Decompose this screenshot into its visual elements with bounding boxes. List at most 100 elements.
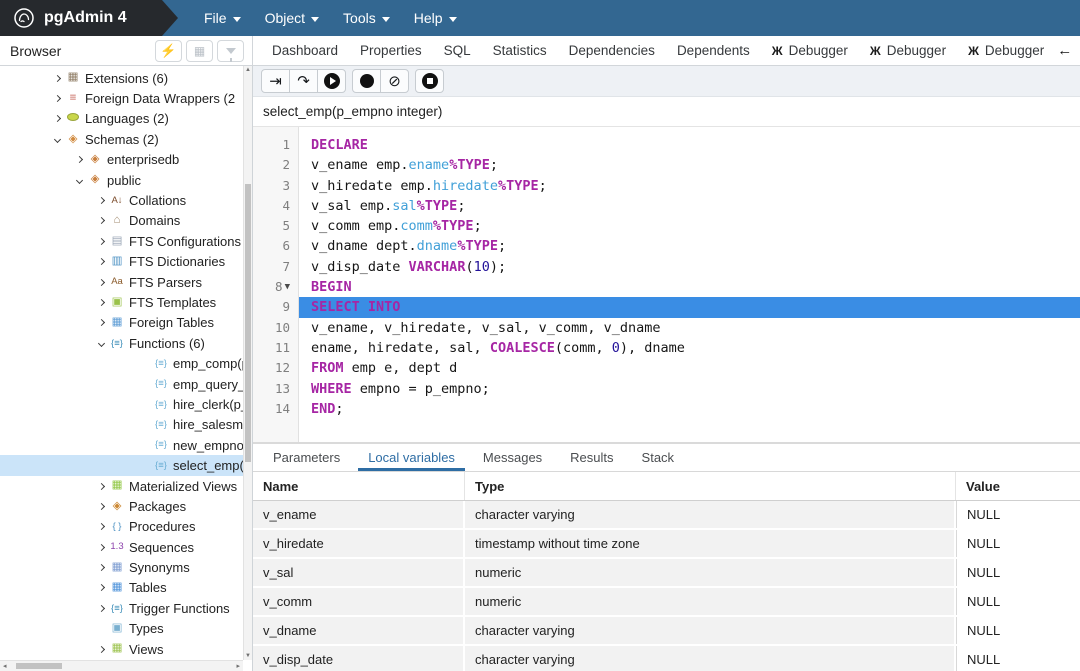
- code-line-12[interactable]: FROM emp e, dept d: [299, 358, 1080, 378]
- chevron-down-icon[interactable]: [72, 178, 86, 183]
- tab-dashboard[interactable]: Dashboard: [261, 43, 349, 58]
- code-editor[interactable]: 12345678▼91011121314 DECLAREv_ename emp.…: [253, 127, 1080, 442]
- chevron-right-icon[interactable]: [50, 76, 64, 81]
- quick-search-button[interactable]: ⚡: [155, 40, 182, 62]
- chevron-right-icon[interactable]: [72, 157, 86, 162]
- grid-button[interactable]: ▦: [186, 40, 213, 62]
- horizontal-scroll-thumb[interactable]: [16, 663, 62, 669]
- chevron-right-icon[interactable]: [94, 585, 108, 590]
- tree-horizontal-scrollbar[interactable]: ◂ ▸: [0, 660, 243, 671]
- code-line-7[interactable]: v_disp_date VARCHAR(10);: [299, 257, 1080, 277]
- chevron-down-icon[interactable]: [94, 341, 108, 346]
- chevron-right-icon[interactable]: [94, 280, 108, 285]
- code-line-8[interactable]: BEGIN: [299, 277, 1080, 297]
- tree-item-types[interactable]: ▣Types: [0, 619, 243, 639]
- tree-item-emp-query-cal[interactable]: {≡}emp_query_cal: [0, 374, 243, 394]
- line-number-14[interactable]: 14: [253, 399, 298, 419]
- scroll-up-icon[interactable]: ▲: [244, 67, 252, 73]
- tree-item-hire-salesman[interactable]: {≡}hire_salesman(: [0, 415, 243, 435]
- tree-item-packages[interactable]: ◈Packages: [0, 496, 243, 516]
- line-number-13[interactable]: 13: [253, 379, 298, 399]
- line-number-5[interactable]: 5: [253, 216, 298, 236]
- chevron-right-icon[interactable]: [94, 239, 108, 244]
- tree-item-emp-comp-p-s[interactable]: {≡}emp_comp(p_s: [0, 353, 243, 373]
- chevron-right-icon[interactable]: [50, 116, 64, 121]
- menu-help[interactable]: Help: [404, 10, 467, 26]
- menu-object[interactable]: Object: [255, 10, 329, 26]
- chevron-right-icon[interactable]: [94, 259, 108, 264]
- line-number-2[interactable]: 2: [253, 155, 298, 175]
- toggle-breakpoint-button[interactable]: [352, 69, 381, 93]
- tree-item-procedures[interactable]: { }Procedures: [0, 517, 243, 537]
- chevron-right-icon[interactable]: [94, 504, 108, 509]
- tab-parameters[interactable]: Parameters: [259, 444, 354, 471]
- chevron-right-icon[interactable]: [94, 647, 108, 652]
- chevron-right-icon[interactable]: [94, 565, 108, 570]
- tab-debugger-1[interactable]: ЖDebugger: [761, 43, 859, 58]
- tree-item-trigger-functions[interactable]: {≡}Trigger Functions: [0, 598, 243, 618]
- chevron-right-icon[interactable]: [94, 545, 108, 550]
- code-line-6[interactable]: v_dname dept.dname%TYPE;: [299, 236, 1080, 256]
- tab-statistics[interactable]: Statistics: [482, 43, 558, 58]
- editor-gutter[interactable]: 12345678▼91011121314: [253, 127, 299, 442]
- line-number-7[interactable]: 7: [253, 257, 298, 277]
- tree-item-synonyms[interactable]: ▦Synonyms: [0, 557, 243, 577]
- tab-dependents[interactable]: Dependents: [666, 43, 761, 58]
- chevron-right-icon[interactable]: [94, 198, 108, 203]
- stop-button[interactable]: [415, 69, 444, 93]
- tree-item-domains[interactable]: ⌂Domains: [0, 211, 243, 231]
- line-number-1[interactable]: 1: [253, 135, 298, 155]
- tree-item-fts-parsers[interactable]: AaFTS Parsers: [0, 272, 243, 292]
- menu-tools[interactable]: Tools: [333, 10, 400, 26]
- variable-value-cell[interactable]: NULL: [956, 501, 1080, 528]
- tree-item-tables[interactable]: ▦Tables: [0, 578, 243, 598]
- tree-item-languages-2[interactable]: Languages (2): [0, 109, 243, 129]
- tree-item-materialized-views[interactable]: ▦Materialized Views: [0, 476, 243, 496]
- tree-item-select-emp-p-e[interactable]: {≡}select_emp(p_e: [0, 455, 243, 475]
- code-line-1[interactable]: DECLARE: [299, 135, 1080, 155]
- tree-item-fts-templates[interactable]: ▣FTS Templates: [0, 292, 243, 312]
- clear-breakpoints-button[interactable]: ⊘: [380, 69, 409, 93]
- tree-item-functions-6[interactable]: {≡}Functions (6): [0, 333, 243, 353]
- line-number-11[interactable]: 11: [253, 338, 298, 358]
- tree-item-public[interactable]: ◈public: [0, 170, 243, 190]
- tree-item-schemas-2[interactable]: ◈Schemas (2): [0, 129, 243, 149]
- variable-value-cell[interactable]: NULL: [956, 617, 1080, 644]
- chevron-right-icon[interactable]: [94, 524, 108, 529]
- tab-sql[interactable]: SQL: [433, 43, 482, 58]
- tab-dependencies[interactable]: Dependencies: [558, 43, 666, 58]
- tab-results[interactable]: Results: [556, 444, 627, 471]
- line-number-12[interactable]: 12: [253, 358, 298, 378]
- chevron-right-icon[interactable]: [94, 606, 108, 611]
- vertical-scroll-thumb[interactable]: [245, 184, 251, 462]
- code-line-13[interactable]: WHERE empno = p_empno;: [299, 379, 1080, 399]
- scroll-left-icon[interactable]: ◂: [3, 661, 7, 671]
- chevron-right-icon[interactable]: [94, 320, 108, 325]
- tab-messages[interactable]: Messages: [469, 444, 556, 471]
- code-line-5[interactable]: v_comm emp.comm%TYPE;: [299, 216, 1080, 236]
- variable-value-cell[interactable]: NULL: [956, 588, 1080, 615]
- tree-item-new-empno[interactable]: {≡}new_empno(): [0, 435, 243, 455]
- step-into-button[interactable]: ⇥: [261, 69, 290, 93]
- scroll-right-icon[interactable]: ▸: [236, 661, 240, 671]
- line-number-9[interactable]: 9: [253, 297, 298, 317]
- code-line-14[interactable]: END;: [299, 399, 1080, 419]
- tree-vertical-scrollbar[interactable]: ▲ ▼: [243, 66, 252, 660]
- tab-properties[interactable]: Properties: [349, 43, 433, 58]
- variable-value-cell[interactable]: NULL: [956, 530, 1080, 557]
- tree-item-sequences[interactable]: 1.3Sequences: [0, 537, 243, 557]
- tree-item-fts-configurations[interactable]: ▤FTS Configurations: [0, 231, 243, 251]
- editor-code[interactable]: DECLAREv_ename emp.ename%TYPE;v_hiredate…: [299, 127, 1080, 442]
- line-number-6[interactable]: 6: [253, 236, 298, 256]
- code-line-3[interactable]: v_hiredate emp.hiredate%TYPE;: [299, 176, 1080, 196]
- code-line-4[interactable]: v_sal emp.sal%TYPE;: [299, 196, 1080, 216]
- code-line-2[interactable]: v_ename emp.ename%TYPE;: [299, 155, 1080, 175]
- line-number-4[interactable]: 4: [253, 196, 298, 216]
- tree-item-enterprisedb[interactable]: ◈enterprisedb: [0, 150, 243, 170]
- chevron-right-icon[interactable]: [94, 484, 108, 489]
- tabs-scroll-left-icon[interactable]: ←: [1057, 42, 1072, 59]
- tab-local-variables[interactable]: Local variables: [354, 444, 469, 471]
- chevron-right-icon[interactable]: [94, 300, 108, 305]
- menu-file[interactable]: File: [194, 10, 251, 26]
- tree-item-views[interactable]: ▦Views: [0, 639, 243, 659]
